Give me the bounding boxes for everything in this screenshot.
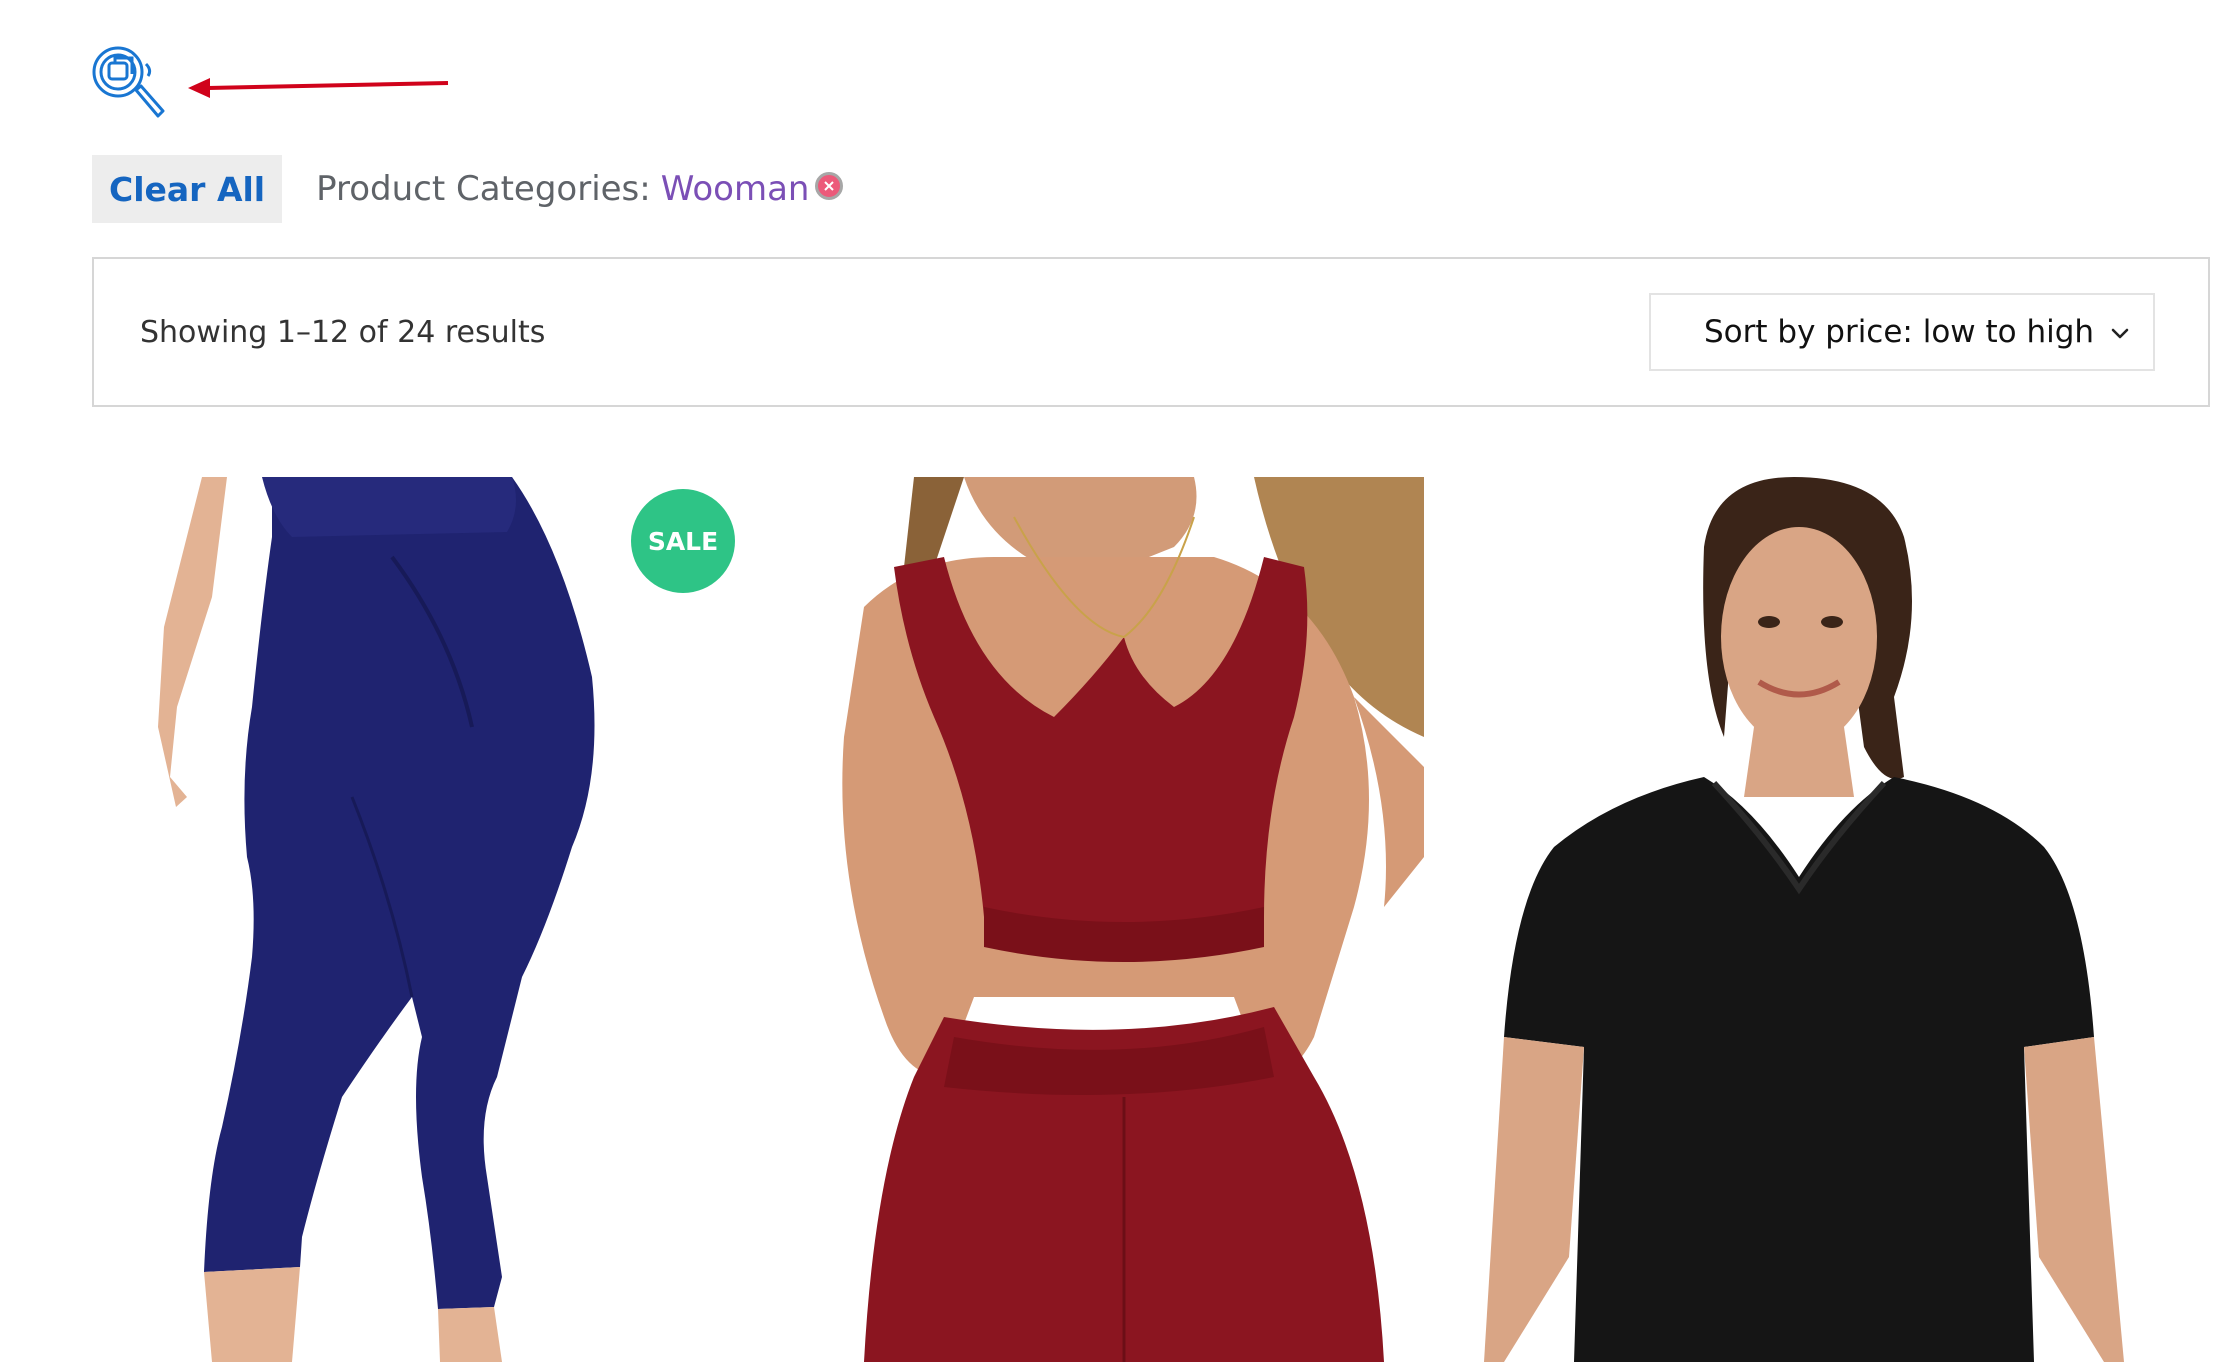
filter-chip-value: Wooman bbox=[660, 169, 810, 209]
shop-toolbar: Showing 1–12 of 24 results Sort by price… bbox=[92, 257, 2210, 407]
result-count: Showing 1–12 of 24 results bbox=[140, 314, 546, 350]
annotation-arrow bbox=[186, 68, 450, 104]
filter-chip-product-category: Product Categories: Wooman bbox=[316, 169, 844, 209]
product-grid: SALE bbox=[92, 477, 2210, 1362]
product-card[interactable]: SALE bbox=[92, 477, 742, 1362]
chevron-down-icon bbox=[2109, 322, 2131, 344]
filter-chip-label: Product Categories: bbox=[316, 169, 651, 209]
clear-all-button[interactable]: Clear All bbox=[92, 155, 283, 223]
sort-selected-value: Sort by price: low to high bbox=[1704, 314, 2095, 350]
product-image[interactable] bbox=[1464, 477, 2210, 1362]
product-image[interactable] bbox=[794, 477, 1424, 1362]
product-card[interactable] bbox=[794, 477, 1424, 1362]
close-circle-icon[interactable] bbox=[815, 172, 844, 200]
product-card[interactable] bbox=[1464, 477, 2210, 1362]
sort-dropdown[interactable]: Sort by price: low to high bbox=[1649, 293, 2155, 371]
product-image[interactable] bbox=[92, 477, 742, 1362]
active-filters: Clear All Product Categories: Wooman bbox=[92, 155, 844, 223]
filter-search-icon[interactable] bbox=[88, 42, 168, 122]
sale-badge: SALE bbox=[631, 489, 735, 593]
